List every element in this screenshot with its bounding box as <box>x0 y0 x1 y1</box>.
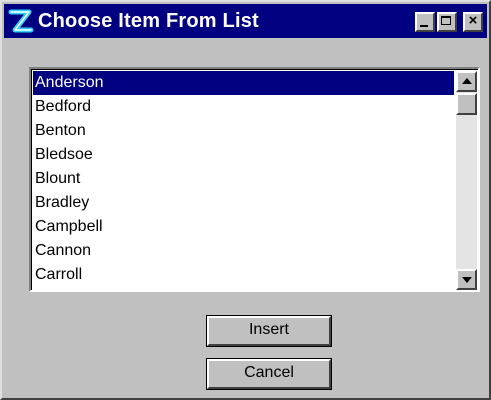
dialog-window: Choose Item From List × Anderson Bedford… <box>0 0 491 400</box>
list-item[interactable]: Anderson <box>33 71 454 95</box>
list-item[interactable]: Cannon <box>33 239 454 263</box>
list-item[interactable]: Blount <box>33 167 454 191</box>
vertical-scrollbar[interactable] <box>456 71 477 290</box>
insert-button[interactable]: Insert <box>206 315 332 347</box>
list-item[interactable]: Bedford <box>33 95 454 119</box>
list-item[interactable]: Benton <box>33 119 454 143</box>
window-title: Choose Item From List <box>38 10 259 32</box>
list-item[interactable]: Bradley <box>33 191 454 215</box>
minimize-button[interactable] <box>415 12 435 32</box>
maximize-icon <box>441 16 451 25</box>
scroll-down-button[interactable] <box>456 269 477 290</box>
title-bar[interactable]: Choose Item From List × <box>4 4 487 38</box>
scroll-thumb[interactable] <box>456 93 477 115</box>
list-item[interactable]: Bledsoe <box>33 143 454 167</box>
arrow-up-icon <box>462 78 472 84</box>
item-listbox[interactable]: Anderson Bedford Benton Bledsoe Blount B… <box>29 67 480 292</box>
list-items: Anderson Bedford Benton Bledsoe Blount B… <box>33 71 454 290</box>
list-item[interactable]: Carroll <box>33 263 454 287</box>
scroll-up-button[interactable] <box>456 71 477 92</box>
list-item[interactable]: Campbell <box>33 215 454 239</box>
cancel-button[interactable]: Cancel <box>206 358 332 390</box>
maximize-button[interactable] <box>437 12 457 32</box>
arrow-down-icon <box>462 277 472 283</box>
app-logo-icon <box>8 9 34 33</box>
close-button[interactable]: × <box>463 12 483 32</box>
close-icon: × <box>468 12 478 29</box>
minimize-icon <box>420 25 428 27</box>
